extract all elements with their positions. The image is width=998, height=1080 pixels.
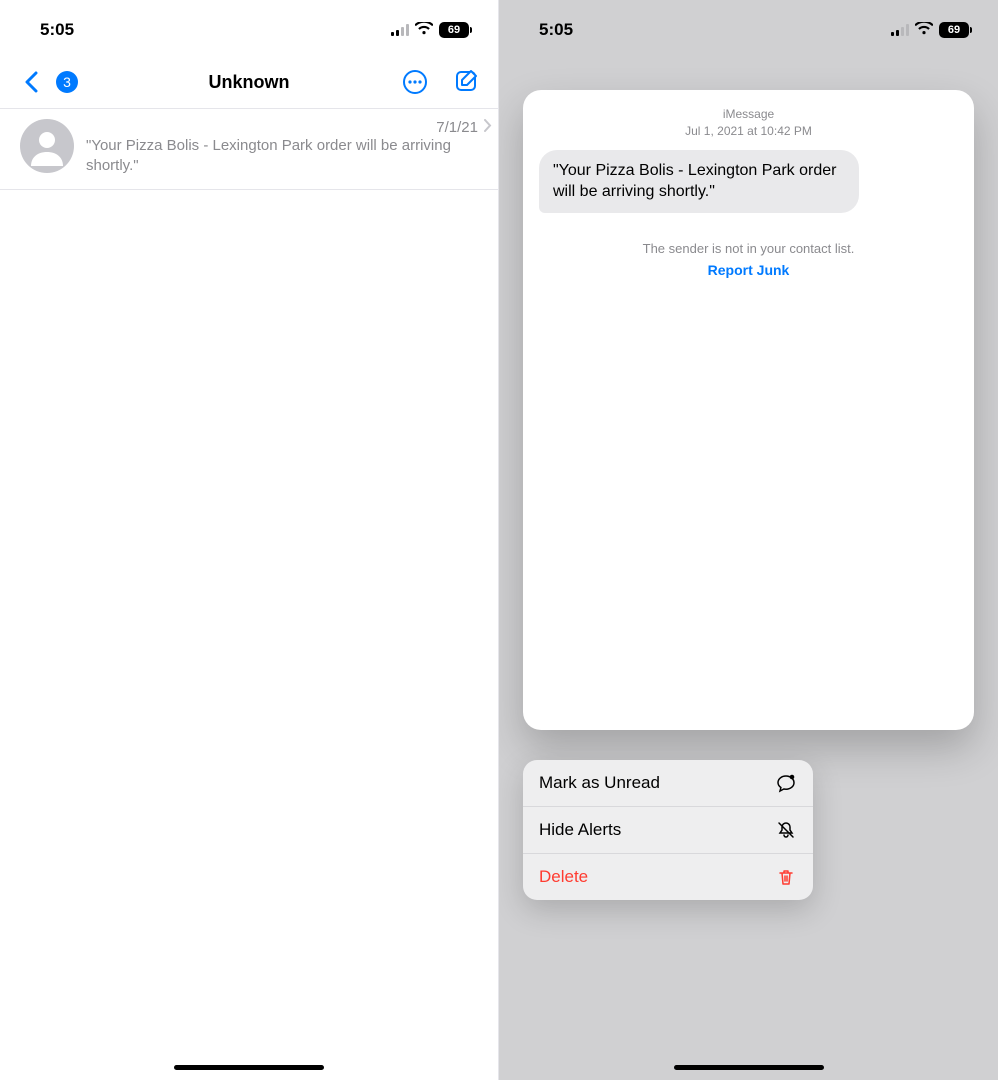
wifi-icon	[915, 20, 933, 40]
conversation-preview: "Your Pizza Bolis - Lexington Park order…	[86, 136, 492, 177]
cellular-icon	[391, 24, 409, 36]
menu-item-label: Mark as Unread	[539, 773, 660, 793]
timestamp-label: Jul 1, 2021 at 10:42 PM	[539, 123, 958, 140]
menu-hide-alerts[interactable]: Hide Alerts	[523, 806, 813, 853]
menu-item-label: Hide Alerts	[539, 820, 621, 840]
battery-icon: 69	[939, 22, 972, 38]
chevron-right-icon	[484, 119, 492, 136]
conversation-row[interactable]: 7/1/21 "Your Pizza Bolis - Lexington Par…	[0, 108, 498, 190]
status-time: 5:05	[40, 20, 74, 40]
status-indicators: 69	[891, 20, 972, 40]
not-in-contacts-label: The sender is not in your contact list.	[539, 241, 958, 256]
menu-item-label: Delete	[539, 867, 588, 887]
menu-delete[interactable]: Delete	[523, 853, 813, 900]
bell-slash-icon	[775, 819, 797, 841]
home-indicator[interactable]	[174, 1065, 324, 1070]
service-label: iMessage	[539, 106, 958, 123]
status-time: 5:05	[539, 20, 573, 40]
context-menu: Mark as Unread Hide Alerts Delete	[523, 760, 813, 900]
conversation-preview-card[interactable]: iMessage Jul 1, 2021 at 10:42 PM "Your P…	[523, 90, 974, 730]
status-bar: 5:05 69	[0, 0, 498, 56]
home-indicator[interactable]	[674, 1065, 824, 1070]
nav-bar: 3 Unknown	[0, 56, 498, 108]
status-indicators: 69	[391, 20, 472, 40]
battery-icon: 69	[439, 22, 472, 38]
back-button[interactable]	[14, 65, 48, 99]
menu-mark-unread[interactable]: Mark as Unread	[523, 760, 813, 806]
unread-badge: 3	[56, 71, 78, 93]
status-bar: 5:05 69	[499, 0, 998, 56]
report-junk-link[interactable]: Report Junk	[539, 262, 958, 278]
compose-button[interactable]	[450, 65, 484, 99]
conversation-context-menu-screen: 5:05 69 iMessage Jul 1, 2021 at 10:42 PM…	[499, 0, 998, 1080]
message-bubble: "Your Pizza Bolis - Lexington Park order…	[539, 150, 859, 213]
trash-icon	[775, 866, 797, 888]
messages-list-screen: 5:05 69 3 Unknown	[0, 0, 499, 1080]
wifi-icon	[415, 20, 433, 40]
cellular-icon	[891, 24, 909, 36]
more-button[interactable]	[398, 65, 432, 99]
conversation-date: 7/1/21	[436, 119, 478, 136]
avatar	[20, 119, 74, 173]
speech-bubble-icon	[775, 772, 797, 794]
